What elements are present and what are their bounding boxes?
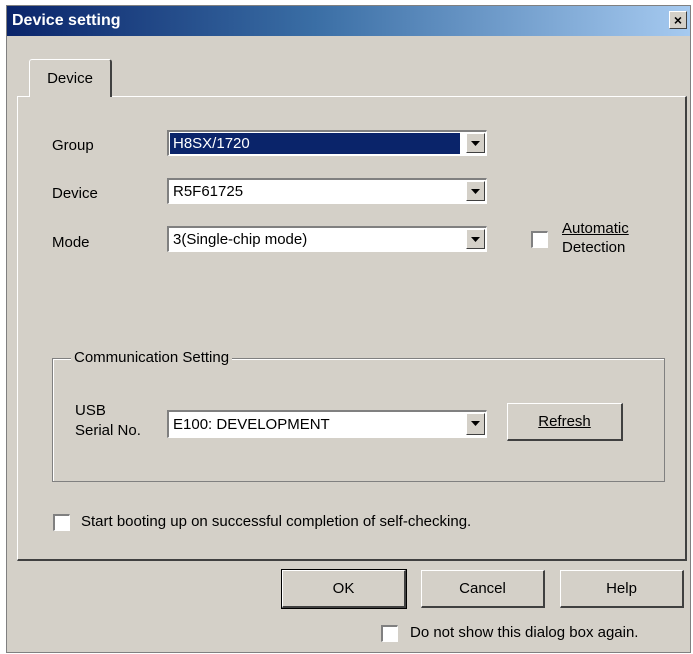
mode-select-value: 3(Single-chip mode) — [173, 231, 308, 248]
device-select-value: R5F61725 — [173, 183, 244, 200]
automatic-detection-checkbox[interactable] — [531, 231, 548, 248]
title-bar[interactable]: Device setting × — [7, 6, 690, 36]
ok-button-label: OK — [332, 580, 355, 597]
group-select-value: H8SX/1720 — [170, 133, 460, 154]
help-button-label: Help — [606, 580, 637, 597]
dont-show-again-label: Do not show this dialog box again. — [410, 624, 639, 641]
usb-label-line1: USB — [75, 402, 106, 419]
usb-serial-dropdown-button[interactable] — [466, 413, 485, 435]
automatic-detection-label-line1: Automatic — [562, 220, 629, 237]
ok-button[interactable]: OK — [281, 569, 407, 609]
device-label: Device — [52, 185, 98, 202]
dialog-title: Device setting — [12, 12, 121, 29]
close-button[interactable]: × — [669, 11, 687, 29]
start-booting-label: Start booting up on successful completio… — [81, 513, 472, 530]
mode-label: Mode — [52, 234, 90, 251]
usb-serial-value: E100: DEVELOPMENT — [173, 416, 330, 433]
chevron-down-icon — [471, 141, 480, 146]
usb-serial-select[interactable]: E100: DEVELOPMENT — [167, 410, 487, 438]
chevron-down-icon — [471, 237, 480, 242]
device-dropdown-button[interactable] — [466, 181, 485, 201]
close-icon: × — [673, 12, 683, 28]
device-setting-dialog: Device setting × Device Group H8SX/1720 … — [6, 5, 691, 653]
group-dropdown-button[interactable] — [466, 133, 485, 153]
mode-dropdown-button[interactable] — [466, 229, 485, 249]
mode-select[interactable]: 3(Single-chip mode) — [167, 226, 487, 252]
usb-label-line2: Serial No. — [75, 422, 141, 439]
tab-device-label: Device — [47, 70, 93, 87]
start-booting-checkbox[interactable] — [53, 514, 70, 531]
tab-device[interactable]: Device — [29, 59, 112, 97]
help-button[interactable]: Help — [560, 570, 684, 608]
chevron-down-icon — [471, 421, 480, 426]
device-tab-panel — [17, 96, 687, 561]
refresh-button[interactable]: Refresh — [507, 403, 623, 441]
automatic-detection-label: Automatic Detection — [562, 219, 629, 257]
cancel-button[interactable]: Cancel — [421, 570, 545, 608]
refresh-button-label: Refresh — [538, 413, 591, 430]
usb-serial-label: USB Serial No. — [75, 401, 141, 441]
group-select[interactable]: H8SX/1720 — [167, 130, 487, 156]
group-label: Group — [52, 137, 94, 154]
dont-show-again-checkbox[interactable] — [381, 625, 398, 642]
chevron-down-icon — [471, 189, 480, 194]
communication-setting-title: Communication Setting — [71, 349, 233, 366]
device-select[interactable]: R5F61725 — [167, 178, 487, 204]
automatic-detection-label-line2: Detection — [562, 239, 626, 256]
cancel-button-label: Cancel — [459, 580, 506, 597]
